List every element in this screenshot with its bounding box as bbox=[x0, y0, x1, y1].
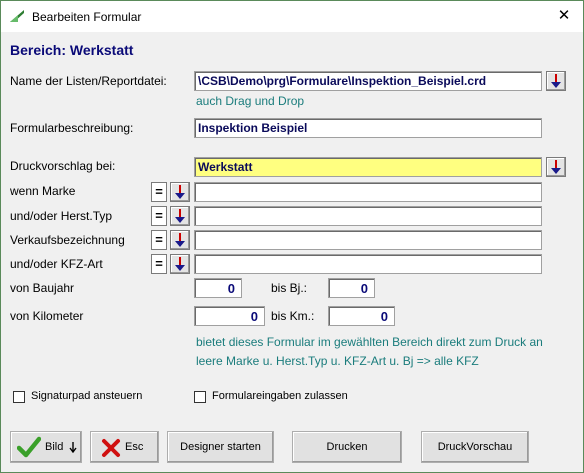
formulareingaben-checkbox[interactable] bbox=[194, 391, 206, 403]
kilometer-from-label: von Kilometer bbox=[10, 309, 84, 323]
print-button[interactable]: Drucken bbox=[292, 431, 402, 463]
herst-typ-input[interactable] bbox=[194, 206, 542, 226]
section-title: Bereich: Werkstatt bbox=[10, 42, 134, 58]
window-title: Bearbeiten Formular bbox=[32, 10, 142, 24]
title-bar: Bearbeiten Formular ✕ bbox=[1, 1, 583, 32]
kilometer-to-input[interactable]: 0 bbox=[328, 306, 395, 326]
bild-button[interactable]: Bild bbox=[10, 431, 82, 463]
kfz-art-operator[interactable]: = bbox=[151, 254, 167, 274]
report-file-browse-button[interactable] bbox=[546, 71, 566, 91]
arrow-down-icon bbox=[175, 233, 185, 247]
formulareingaben-label: Formulareingaben zulassen bbox=[212, 390, 348, 402]
esc-button[interactable]: Esc bbox=[90, 431, 159, 463]
baujahr-to-label: bis Bj.: bbox=[271, 281, 308, 295]
kfz-art-dropdown-button[interactable] bbox=[170, 254, 190, 274]
kilometer-from-input[interactable]: 0 bbox=[194, 306, 265, 326]
description-input[interactable]: Inspektion Beispiel bbox=[194, 118, 542, 138]
designer-start-button[interactable]: Designer starten bbox=[167, 431, 274, 463]
signaturpad-label: Signaturpad ansteuern bbox=[31, 390, 143, 402]
signaturpad-checkbox[interactable] bbox=[13, 391, 25, 403]
bild-button-label: Bild bbox=[45, 441, 64, 453]
arrow-down-icon bbox=[175, 209, 185, 223]
herst-typ-dropdown-button[interactable] bbox=[170, 206, 190, 226]
baujahr-to-input[interactable]: 0 bbox=[328, 278, 375, 298]
verkaufsbezeichnung-label: Verkaufsbezeichnung bbox=[10, 233, 125, 247]
marke-dropdown-button[interactable] bbox=[170, 182, 190, 202]
app-icon bbox=[10, 10, 24, 22]
arrow-down-icon bbox=[551, 160, 561, 174]
marke-operator[interactable]: = bbox=[151, 182, 167, 202]
print-suggestion-label: Druckvorschlag bei: bbox=[10, 159, 116, 173]
drag-drop-hint: auch Drag und Drop bbox=[196, 94, 305, 108]
form-editor-window: Bearbeiten Formular ✕ Bereich: Werkstatt… bbox=[0, 0, 584, 473]
kfz-art-label: und/oder KFZ-Art bbox=[10, 257, 103, 271]
kfz-art-input[interactable] bbox=[194, 254, 542, 274]
verkaufsbezeichnung-input[interactable] bbox=[194, 230, 542, 250]
report-file-label: Name der Listen/Reportdatei: bbox=[10, 74, 167, 88]
report-file-input[interactable]: \CSB\Demo\prg\Formulare\Inspektion_Beisp… bbox=[194, 71, 542, 91]
baujahr-from-label: von Baujahr bbox=[10, 281, 75, 295]
marke-input[interactable] bbox=[194, 182, 542, 202]
checkmark-icon bbox=[17, 436, 41, 458]
verkaufsbezeichnung-dropdown-button[interactable] bbox=[170, 230, 190, 250]
arrow-down-icon bbox=[551, 74, 561, 88]
verkaufsbezeichnung-operator[interactable]: = bbox=[151, 230, 167, 250]
esc-button-label: Esc bbox=[125, 441, 144, 453]
arrow-down-icon bbox=[69, 442, 77, 453]
info-hint-line1: bietet dieses Formular im gewählten Bere… bbox=[196, 335, 543, 349]
marke-label: wenn Marke bbox=[10, 184, 76, 198]
herst-typ-label: und/oder Herst.Typ bbox=[10, 209, 113, 223]
arrow-down-icon bbox=[175, 185, 185, 199]
print-suggestion-dropdown-button[interactable] bbox=[546, 157, 566, 177]
cross-icon bbox=[102, 439, 120, 457]
print-preview-button[interactable]: DruckVorschau bbox=[421, 431, 529, 463]
description-label: Formularbeschreibung: bbox=[10, 121, 134, 135]
arrow-down-icon bbox=[175, 257, 185, 271]
close-icon[interactable]: ✕ bbox=[553, 5, 575, 27]
kilometer-to-label: bis Km.: bbox=[271, 309, 315, 323]
baujahr-from-input[interactable]: 0 bbox=[194, 278, 242, 298]
print-suggestion-input[interactable]: Werkstatt bbox=[194, 157, 542, 177]
info-hint-line2: leere Marke u. Herst.Typ u. KFZ-Art u. B… bbox=[196, 354, 479, 368]
herst-typ-operator[interactable]: = bbox=[151, 206, 167, 226]
